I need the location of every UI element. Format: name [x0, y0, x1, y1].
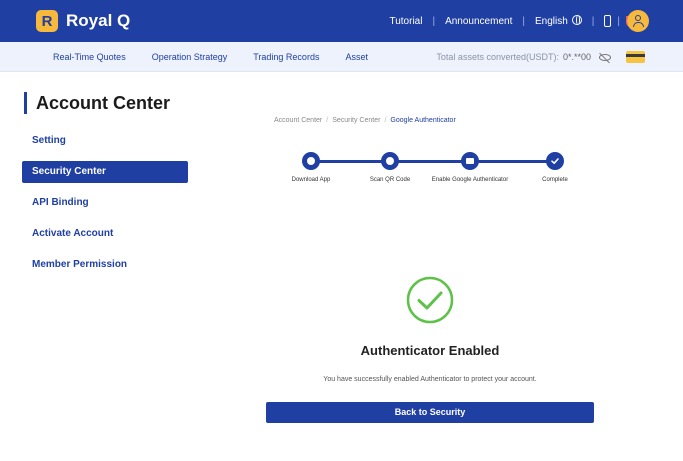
assets-value: 0*.**00: [562, 52, 591, 62]
user-icon-body: [632, 22, 644, 27]
breadcrumb-security-center[interactable]: Security Center: [332, 117, 380, 124]
phone-icon[interactable]: [604, 15, 612, 27]
divider: |: [522, 15, 525, 27]
language-selector[interactable]: English: [535, 15, 582, 27]
result-title: Authenticator Enabled: [360, 343, 500, 358]
announcement-link[interactable]: Announcement: [445, 16, 512, 27]
keypad-icon-inner: [466, 158, 474, 164]
sidebar-item-api-binding[interactable]: API Binding: [22, 192, 188, 214]
breadcrumb-account-center[interactable]: Account Center: [274, 117, 322, 124]
user-icon: [635, 15, 641, 21]
globe-icon: [571, 15, 582, 25]
stepper-track: [311, 160, 555, 163]
tutorial-link[interactable]: Tutorial: [389, 16, 422, 27]
nav-operation-strategy[interactable]: Operation Strategy: [152, 52, 228, 62]
assets-label: Total assets converted(USDT):: [436, 52, 559, 62]
top-nav: Tutorial | Announcement | English | |: [389, 0, 635, 42]
nav-real-time-quotes[interactable]: Real-Time Quotes: [53, 52, 126, 62]
sidebar-item-activate-account[interactable]: Activate Account: [22, 223, 188, 245]
success-check-icon: [406, 276, 454, 324]
divider: |: [591, 15, 595, 27]
nav-trading-records[interactable]: Trading Records: [253, 52, 319, 62]
breadcrumb-separator: /: [326, 117, 329, 124]
step-label: Complete: [542, 177, 568, 183]
download-icon-inner: [307, 157, 315, 165]
breadcrumb: Account Center / Security Center / Google Au…: [274, 117, 456, 124]
check-icon: [546, 152, 564, 170]
sidebar-item-setting[interactable]: Setting: [22, 130, 188, 152]
back-to-security-button[interactable]: Back to Security: [266, 402, 594, 423]
breadcrumb-separator: /: [384, 117, 387, 124]
scan-icon-inner: [386, 157, 394, 165]
download-icon: [302, 152, 320, 170]
language-label: English: [534, 16, 568, 27]
app-name[interactable]: Royal Q: [66, 10, 130, 32]
sidebar-item-security-center[interactable]: Security Center: [22, 161, 188, 183]
breadcrumb-current: Google Authenticator: [390, 117, 456, 124]
hide-eye-icon[interactable]: [599, 53, 611, 61]
divider: |: [617, 15, 620, 27]
scan-icon: [381, 152, 399, 170]
divider: |: [432, 15, 436, 27]
result-description: You have successfully enabled Authentica…: [323, 376, 537, 383]
logo-letter: R: [41, 12, 53, 30]
keypad-icon: [461, 152, 479, 170]
page-title: Account Center: [24, 92, 170, 114]
avatar[interactable]: [627, 10, 649, 32]
total-assets: Total assets converted(USDT): 0*.**00: [436, 42, 611, 72]
top-header: R Royal Q Tutorial | Announcement | Engl…: [0, 0, 683, 42]
logo-icon[interactable]: R: [36, 10, 58, 32]
wallet-card-icon[interactable]: [626, 51, 645, 63]
sidebar-item-member-permission[interactable]: Member Permission: [22, 254, 188, 276]
sub-nav: Real-Time Quotes Operation Strategy Trad…: [0, 42, 683, 72]
check-mark: [551, 158, 559, 164]
nav-asset[interactable]: Asset: [345, 52, 368, 62]
